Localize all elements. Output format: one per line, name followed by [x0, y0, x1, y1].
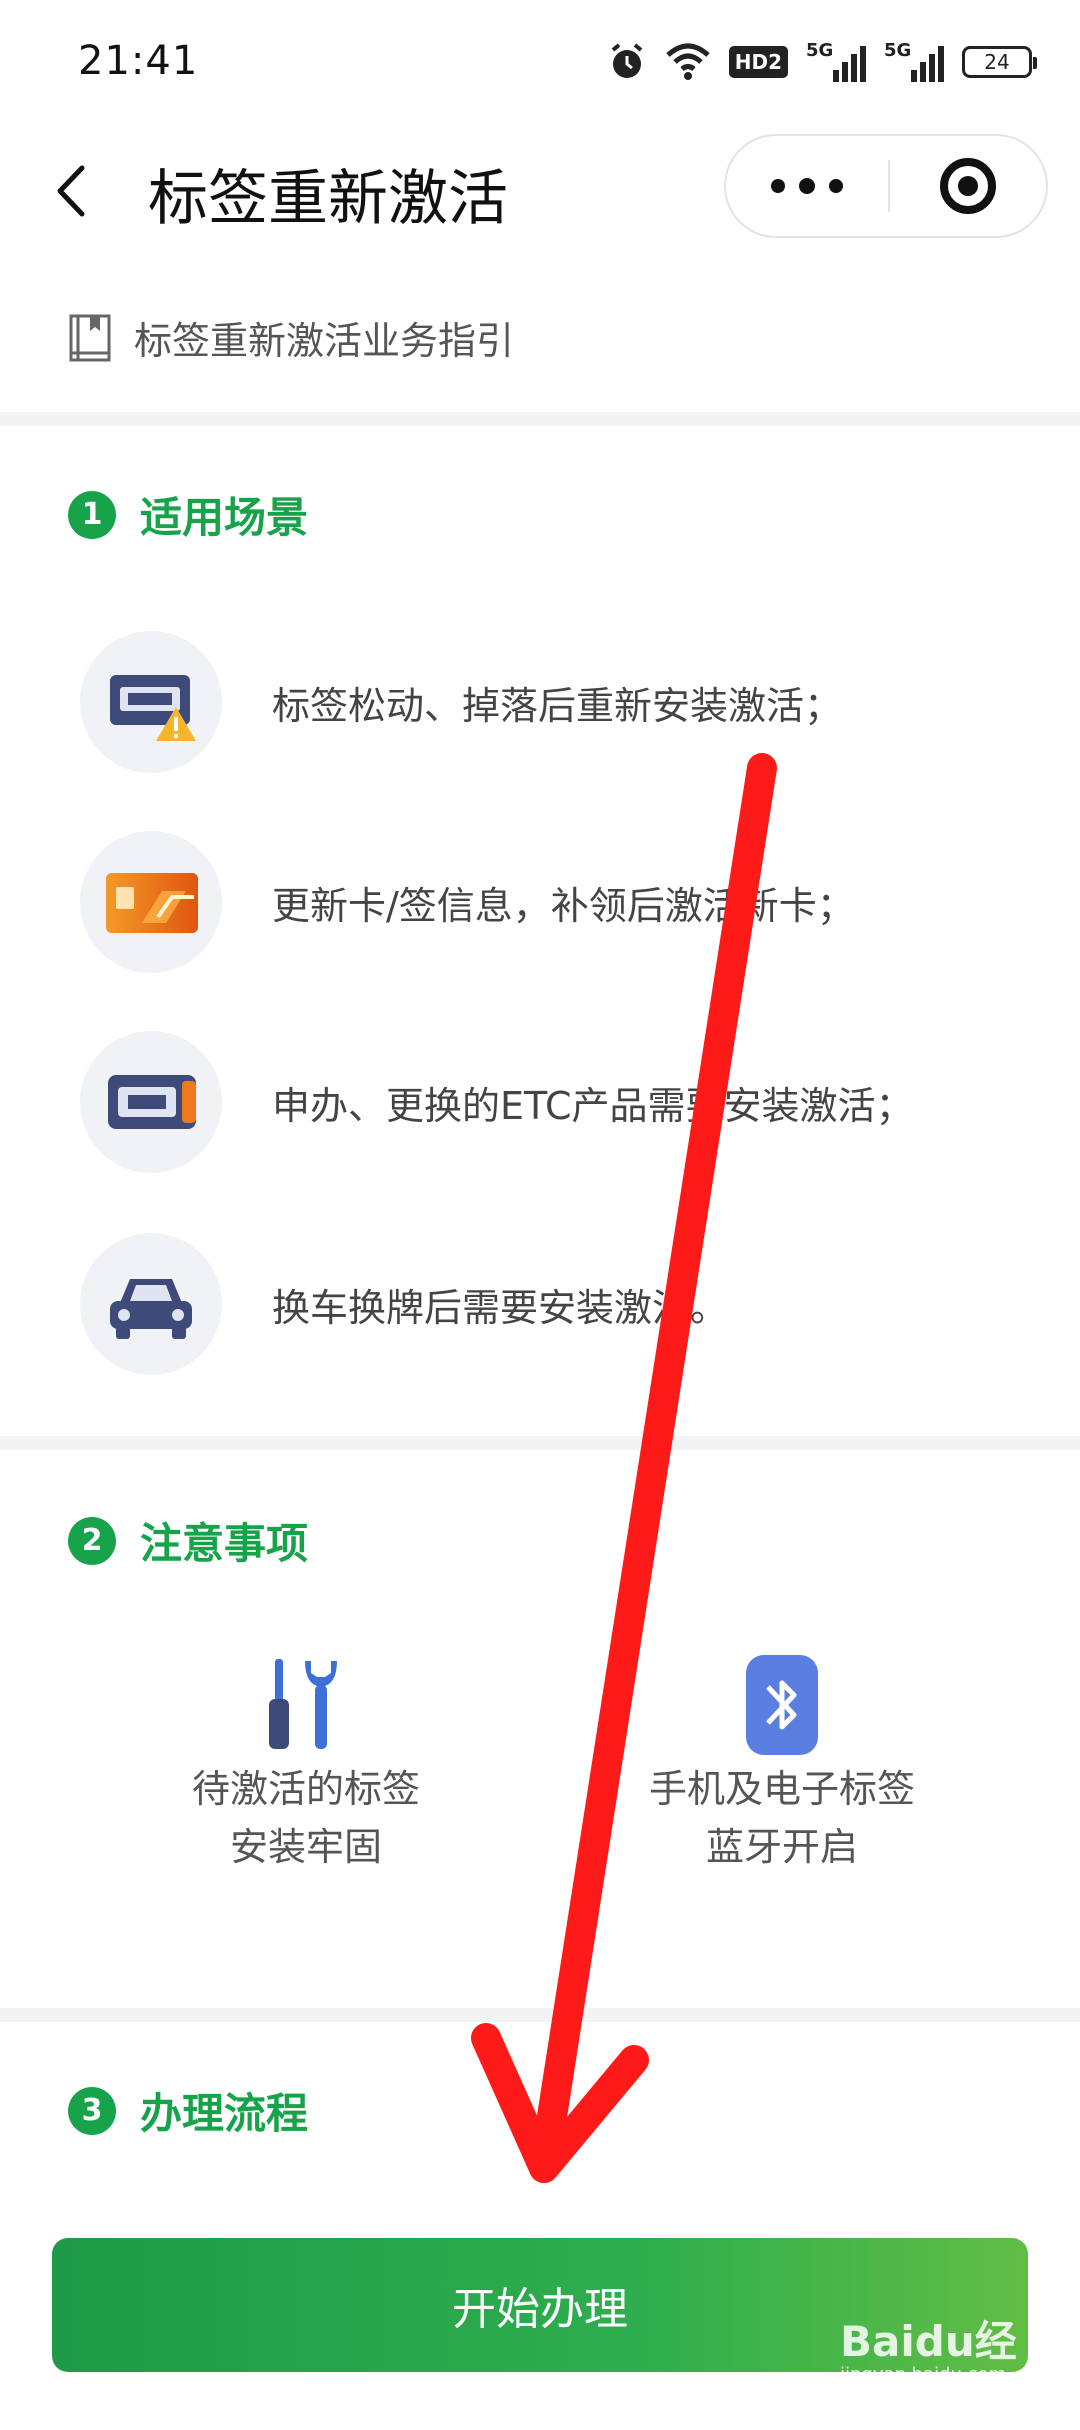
scenario-text: 换车换牌后需要安装激活。 — [272, 1285, 729, 1330]
notice-item: 手机及电子标签 蓝牙开启 — [512, 1650, 1052, 1876]
section-divider — [0, 2008, 1080, 2022]
scenario-item: 标签松动、掉落后重新安装激活； — [80, 630, 1060, 774]
page-title: 标签重新激活 — [148, 164, 508, 234]
scenario-icon-circle — [80, 831, 222, 973]
hd-voice-badge: HD2 — [728, 46, 788, 78]
watermark-url: jingyan.baidu.com — [840, 2364, 1007, 2385]
section-title: 办理流程 — [140, 2089, 309, 2138]
baidu-watermark: Baidu经验 jingyan.baidu.com — [834, 2302, 1054, 2427]
notice-item: 待激活的标签 安装牢固 — [36, 1650, 576, 1876]
etc-device-icon — [108, 1075, 196, 1129]
close-miniprogram-button[interactable] — [890, 136, 1046, 236]
car-icon — [110, 1279, 192, 1339]
signal-5g-icon: 5G — [806, 40, 866, 84]
guide-link[interactable]: 标签重新激活业务指引 — [0, 270, 1080, 405]
battery-icon: 24 — [962, 46, 1037, 78]
scenario-text: 更新卡/签信息，补领后激活新卡； — [272, 883, 855, 928]
section-header-notices: 2 注意事项 — [68, 1510, 308, 1571]
section-divider — [0, 1436, 1080, 1450]
loose-tag-warning-icon — [110, 675, 196, 741]
step-number-badge: 2 — [68, 1516, 116, 1565]
target-icon — [940, 158, 996, 214]
notice-line: 待激活的标签 — [191, 1767, 420, 1811]
chevron-left-icon — [57, 165, 85, 217]
scenario-item: 换车换牌后需要安装激活。 — [80, 1232, 1060, 1376]
scenario-item: 申办、更换的ETC产品需要安装激活； — [80, 1030, 1060, 1174]
more-button[interactable] — [726, 136, 888, 236]
status-bar: 21:41 HD2 5G 5G 24 — [0, 0, 1080, 120]
step-number-badge: 1 — [68, 490, 116, 539]
back-button[interactable] — [40, 156, 110, 226]
nav-bar: 标签重新激活 — [0, 120, 1080, 260]
card-icon — [106, 873, 198, 933]
scenario-text: 标签松动、掉落后重新安装激活； — [272, 683, 843, 728]
scenario-icon-circle — [80, 631, 222, 773]
alarm-icon — [611, 43, 643, 78]
scenario-text: 申办、更换的ETC产品需要安装激活； — [272, 1083, 914, 1128]
notice-line: 手机及电子标签 — [648, 1767, 915, 1811]
step-number-badge: 3 — [68, 2086, 116, 2135]
section-header-process: 3 办理流程 — [68, 2080, 308, 2141]
scenario-icon-circle — [80, 1233, 222, 1375]
notice-line: 安装牢固 — [229, 1825, 382, 1869]
status-time: 21:41 — [78, 38, 199, 84]
status-icons: HD2 5G 5G 24 — [607, 38, 1037, 86]
scenario-item: 更新卡/签信息，补领后激活新卡； — [80, 830, 1060, 974]
notice-line: 蓝牙开启 — [705, 1825, 858, 1869]
book-icon — [69, 314, 111, 361]
wifi-icon — [666, 43, 710, 80]
battery-level: 24 — [984, 50, 1010, 74]
section-header-scenarios: 1 适用场景 — [68, 484, 308, 545]
section-title: 适用场景 — [140, 493, 309, 542]
bluetooth-icon — [746, 1655, 818, 1755]
signal-5g-icon: 5G — [884, 40, 944, 84]
section-divider — [0, 412, 1080, 426]
guide-label: 标签重新激活业务指引 — [134, 319, 515, 363]
section-title: 注意事项 — [140, 1519, 309, 1568]
tools-icon — [269, 1659, 337, 1749]
scenario-icon-circle — [80, 1031, 222, 1173]
mini-program-capsule — [724, 134, 1048, 238]
